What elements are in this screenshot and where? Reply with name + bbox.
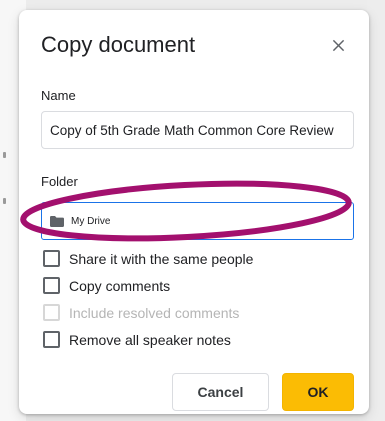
copy-comments-label: Copy comments (69, 277, 171, 294)
remove-speaker-notes-option[interactable]: Remove all speaker notes (43, 331, 231, 348)
background-mark (3, 152, 6, 158)
remove-speaker-notes-label: Remove all speaker notes (69, 331, 231, 348)
copy-document-dialog: Copy document Name Folder My Drive Share… (19, 10, 369, 414)
include-resolved-comments-option: Include resolved comments (43, 304, 239, 321)
remove-speaker-notes-checkbox[interactable] (43, 331, 60, 348)
folder-name: My Drive (71, 215, 111, 227)
share-same-people-checkbox[interactable] (43, 250, 60, 267)
cancel-button[interactable]: Cancel (172, 373, 269, 411)
share-same-people-label: Share it with the same people (69, 250, 254, 267)
name-label: Name (41, 88, 76, 103)
background-page-right (367, 0, 385, 421)
share-same-people-option[interactable]: Share it with the same people (43, 250, 253, 267)
dialog-title: Copy document (41, 32, 196, 57)
close-button[interactable] (327, 34, 349, 56)
include-resolved-comments-label: Include resolved comments (69, 304, 240, 321)
folder-picker[interactable]: My Drive (41, 202, 354, 240)
background-mark (3, 198, 6, 204)
close-icon (332, 39, 344, 51)
copy-comments-checkbox[interactable] (43, 277, 60, 294)
copy-comments-option[interactable]: Copy comments (43, 277, 170, 294)
ok-button[interactable]: OK (282, 373, 354, 411)
folder-icon (50, 215, 64, 227)
folder-label: Folder (41, 174, 78, 189)
name-input[interactable] (41, 111, 354, 149)
include-resolved-comments-checkbox (43, 304, 60, 321)
